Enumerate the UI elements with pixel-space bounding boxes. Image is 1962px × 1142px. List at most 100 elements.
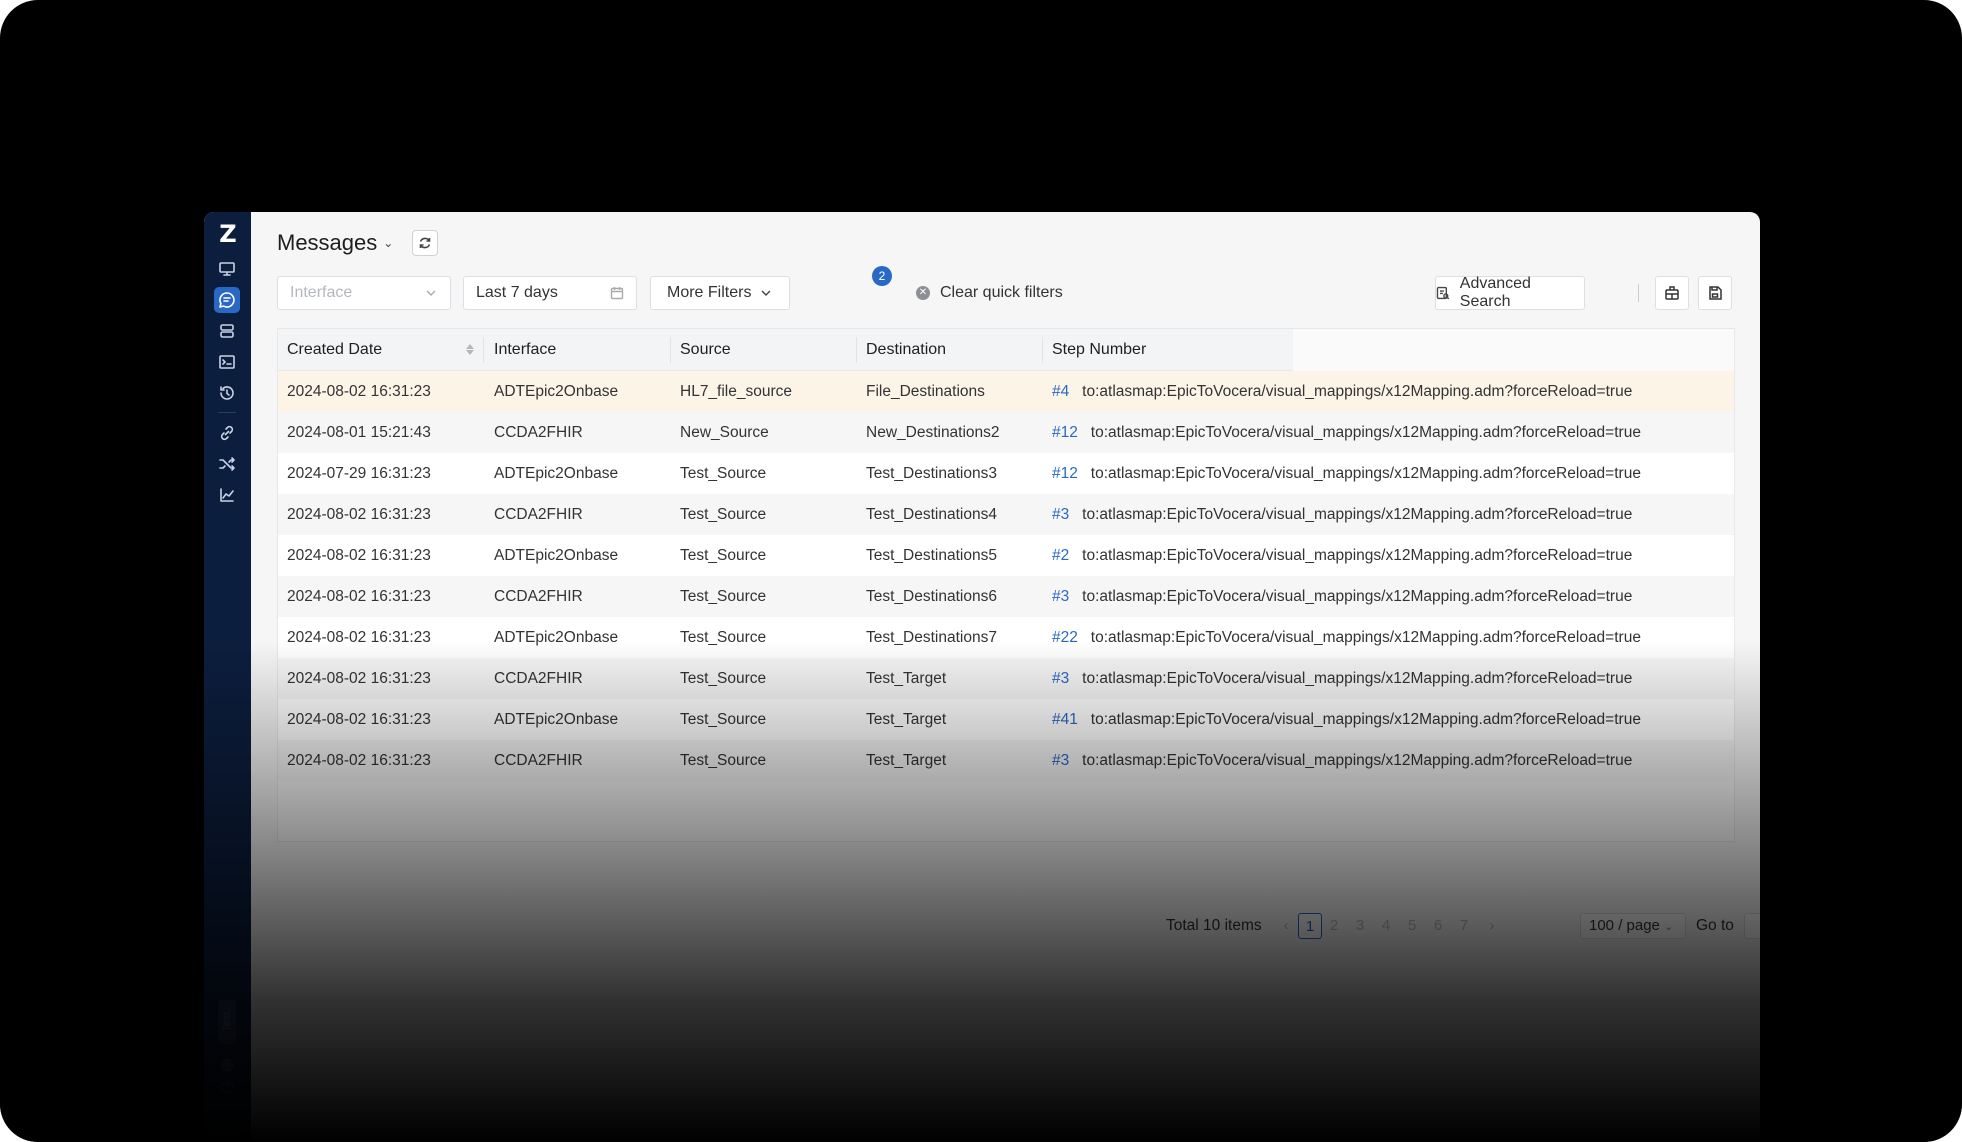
advanced-search-button[interactable]: Advanced Search	[1435, 275, 1585, 310]
servers-icon[interactable]	[214, 318, 240, 344]
more-filters-button[interactable]: More Filters	[650, 276, 790, 310]
goto-label: Go to	[1696, 917, 1734, 934]
table-row[interactable]: 2024-08-02 16:31:23 ADTEpic2Onbase HL7_fil…	[278, 371, 1734, 412]
table-row[interactable]: 2024-08-02 16:31:23 CCDA2FHIR Test_Source T…	[278, 494, 1734, 535]
step-number-link[interactable]: #2	[1052, 547, 1069, 564]
cell-step: #12 to:atlasmap:EpicToVocera/visual_mapp…	[1052, 412, 1641, 453]
chart-icon[interactable]	[214, 482, 240, 508]
cell-interface: CCDA2FHIR	[494, 506, 583, 523]
page-button[interactable]: 6	[1428, 913, 1448, 939]
step-number-link[interactable]: #22	[1052, 629, 1078, 646]
chevron-down-icon	[761, 290, 771, 296]
table-row[interactable]: 2024-08-01 15:21:43 CCDA2FHIR New_Source Ne…	[278, 412, 1734, 453]
column-header-created-date[interactable]: Created Date	[287, 329, 382, 370]
page-button[interactable]: 4	[1376, 913, 1396, 939]
column-header-interface[interactable]: Interface	[494, 329, 556, 370]
cell-destination: Test_Target	[866, 711, 947, 728]
column-header-step-number[interactable]: Step Number	[1052, 329, 1146, 370]
shuffle-icon[interactable]	[214, 451, 240, 477]
interface-placeholder: Interface	[290, 284, 353, 301]
step-detail: to:atlasmap:EpicToVocera/visual_mappings…	[1082, 752, 1633, 769]
date-range-picker[interactable]: Last 7 days	[463, 276, 637, 310]
save-icon	[1709, 286, 1722, 300]
advanced-search-label: Advanced Search	[1459, 275, 1531, 310]
step-detail: to:atlasmap:EpicToVocera/visual_mappings…	[1090, 629, 1641, 646]
page-title[interactable]: Messages ⌄	[277, 230, 393, 256]
cell-destination: Test_Destinations5	[866, 547, 997, 564]
link-icon[interactable]	[214, 420, 240, 446]
step-number-link[interactable]: #12	[1052, 465, 1078, 482]
cell-step: #22 to:atlasmap:EpicToVocera/visual_mapp…	[1052, 617, 1641, 658]
table-row[interactable]: 2024-08-02 16:31:23 CCDA2FHIR Test_Source T…	[278, 740, 1734, 781]
cell-source: Test_Source	[680, 711, 767, 728]
cell-source: Test_Source	[680, 670, 767, 687]
page-button[interactable]: 3	[1350, 913, 1370, 939]
cell-source: HL7_file_source	[680, 383, 793, 400]
environment-tag: Test	[218, 1000, 236, 1044]
clear-quick-filters-label: Clear quick filters	[940, 284, 1063, 301]
toolbar-divider	[1638, 284, 1639, 302]
monitor-icon[interactable]	[214, 256, 240, 282]
more-filters-label: More Filters	[667, 284, 752, 301]
columns-icon	[1665, 286, 1679, 300]
terminal-icon[interactable]	[214, 349, 240, 375]
history-icon[interactable]	[214, 380, 240, 406]
step-number-link[interactable]: #41	[1052, 711, 1078, 728]
page-button[interactable]: 5	[1402, 913, 1422, 939]
prev-page-icon[interactable]: ‹	[1279, 913, 1293, 939]
step-number-link[interactable]: #3	[1052, 670, 1069, 687]
column-header-source[interactable]: Source	[680, 329, 731, 370]
column-divider	[670, 337, 671, 363]
advanced-search-icon	[1436, 286, 1450, 300]
cell-destination: Test_Destinations4	[866, 506, 997, 523]
step-detail: to:atlasmap:EpicToVocera/visual_mappings…	[1082, 670, 1633, 687]
total-items: Total 10 items	[1166, 917, 1262, 934]
page-button[interactable]: 7	[1454, 913, 1474, 939]
globe-icon[interactable]	[220, 1058, 234, 1072]
table-row[interactable]: 2024-08-02 16:31:23 ADTEpic2Onbase Test_So…	[278, 535, 1734, 576]
step-number-link[interactable]: #3	[1052, 506, 1069, 523]
app-window: Z Test Messages ⌄ Interface Last 7 days …	[204, 212, 1760, 1142]
next-page-icon[interactable]: ›	[1485, 913, 1499, 939]
column-divider	[856, 337, 857, 363]
help-icon[interactable]	[220, 1080, 234, 1094]
step-detail: to:atlasmap:EpicToVocera/visual_mappings…	[1082, 383, 1633, 400]
page-button[interactable]: 2	[1324, 913, 1344, 939]
table-row[interactable]: 2024-07-29 16:31:23 ADTEpic2Onbase Test_So…	[278, 453, 1734, 494]
table-row[interactable]: 2024-08-02 16:31:23 ADTEpic2Onbase Test_So…	[278, 617, 1734, 658]
interface-select[interactable]: Interface	[277, 276, 451, 310]
cell-created-date: 2024-08-02 16:31:23	[287, 629, 431, 646]
sort-icon[interactable]	[465, 343, 475, 357]
filter-count-badge: 2	[872, 266, 892, 286]
step-detail: to:atlasmap:EpicToVocera/visual_mappings…	[1082, 506, 1633, 523]
table-row[interactable]: 2024-08-02 16:31:23 CCDA2FHIR Test_Source T…	[278, 576, 1734, 617]
column-header-destination[interactable]: Destination	[866, 329, 946, 370]
goto-page-input[interactable]	[1744, 913, 1760, 939]
step-number-link[interactable]: #12	[1052, 424, 1078, 441]
save-view-button[interactable]	[1698, 276, 1732, 310]
column-settings-button[interactable]	[1655, 276, 1689, 310]
cell-interface: CCDA2FHIR	[494, 670, 583, 687]
page-size-select[interactable]: 100 / page ⌄	[1580, 913, 1686, 939]
cell-step: #4 to:atlasmap:EpicToVocera/visual_mappi…	[1052, 371, 1632, 412]
step-detail: to:atlasmap:EpicToVocera/visual_mappings…	[1090, 424, 1641, 441]
step-number-link[interactable]: #3	[1052, 752, 1069, 769]
page-button[interactable]: 1	[1298, 913, 1322, 939]
cell-source: Test_Source	[680, 588, 767, 605]
chevron-down-icon	[426, 290, 436, 296]
messages-icon[interactable]	[214, 287, 240, 313]
step-detail: to:atlasmap:EpicToVocera/visual_mappings…	[1082, 588, 1633, 605]
cell-step: #3 to:atlasmap:EpicToVocera/visual_mappi…	[1052, 494, 1632, 535]
table-row[interactable]: 2024-08-02 16:31:23 CCDA2FHIR Test_Source T…	[278, 658, 1734, 699]
step-number-link[interactable]: #3	[1052, 588, 1069, 605]
table-row[interactable]: 2024-08-02 16:31:23 ADTEpic2Onbase Test_So…	[278, 699, 1734, 740]
clear-quick-filters[interactable]: ✕ Clear quick filters	[916, 276, 1063, 310]
cell-interface: CCDA2FHIR	[494, 752, 583, 769]
step-detail: to:atlasmap:EpicToVocera/visual_mappings…	[1090, 711, 1641, 728]
cell-created-date: 2024-08-02 16:31:23	[287, 506, 431, 523]
refresh-button[interactable]	[412, 230, 438, 256]
step-number-link[interactable]: #4	[1052, 383, 1069, 400]
